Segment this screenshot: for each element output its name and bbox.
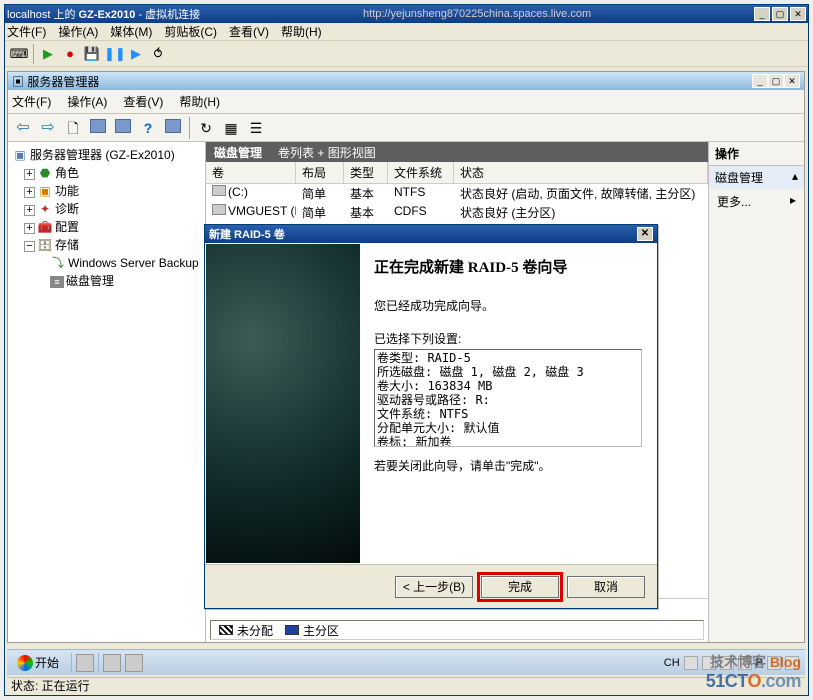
vm-menu-media[interactable]: 媒体(M) xyxy=(110,23,152,40)
taskbar[interactable]: 开始 CH P xyxy=(7,649,805,675)
vm-maximize-button[interactable]: ▢ xyxy=(772,7,788,21)
watermark-blog: 技术博客 Blog xyxy=(710,652,801,672)
vm-url-hint: http://yejunsheng870225china.spaces.live… xyxy=(200,8,754,20)
actions-more[interactable]: 更多...▸ xyxy=(709,189,804,214)
inner-titlebar[interactable]: ▣ 服务器管理器 _ ▢ ✕ xyxy=(8,72,804,90)
panel-title: 磁盘管理 xyxy=(214,144,262,161)
tree-roles[interactable]: +⬣角色 xyxy=(10,164,203,182)
wizard-close-hint: 若要关闭此向导，请单击"完成"。 xyxy=(374,457,642,474)
actions-header: 操作 xyxy=(709,142,804,166)
wizard-done-text: 您已经成功完成向导。 xyxy=(374,297,642,314)
reset-icon[interactable]: ▶ xyxy=(126,44,146,64)
tree-diskmgmt[interactable]: ≡磁盘管理 xyxy=(10,272,203,290)
drive-icon xyxy=(212,185,226,196)
volume-header-row: 卷 布局 类型 文件系统 状态 xyxy=(206,162,708,184)
wizard-title: 新建 RAID-5 卷 xyxy=(209,226,285,242)
watermark-site: 51CTO.com xyxy=(706,671,801,692)
revert-icon[interactable]: ⥀ xyxy=(148,44,168,64)
vm-menubar: 文件(F) 操作(A) 媒体(M) 剪贴板(C) 查看(V) 帮助(H) xyxy=(5,23,808,41)
wizard-heading: 正在完成新建 RAID-5 卷向导 xyxy=(374,256,642,277)
inner-menu-view[interactable]: 查看(V) xyxy=(123,93,163,110)
inner-menubar: 文件(F) 操作(A) 查看(V) 帮助(H) xyxy=(8,90,804,114)
wizard-close-button[interactable]: ✕ xyxy=(637,227,653,241)
legend-primary-swatch xyxy=(285,625,299,635)
list-icon[interactable]: ☰ xyxy=(245,117,267,139)
cd-icon xyxy=(212,204,226,215)
raid5-wizard-dialog[interactable]: 新建 RAID-5 卷 ✕ 正在完成新建 RAID-5 卷向导 您已经成功完成向… xyxy=(204,224,658,609)
volume-row[interactable]: VMGUEST (D:) 简单 基本 CDFS 状态良好 (主分区) xyxy=(206,203,708,222)
grid3-icon[interactable] xyxy=(162,117,184,139)
back-icon[interactable]: ⇦ xyxy=(12,117,34,139)
col-layout[interactable]: 布局 xyxy=(296,162,344,183)
tree-features[interactable]: +▣功能 xyxy=(10,182,203,200)
tree-configuration[interactable]: +🧰配置 xyxy=(10,218,203,236)
wizard-selected-label: 已选择下列设置: xyxy=(374,330,642,347)
start-button[interactable]: 开始 xyxy=(9,654,67,671)
vm-minimize-button[interactable]: _ xyxy=(754,7,770,21)
tree-wsb[interactable]: ⤵Windows Server Backup xyxy=(10,254,203,272)
tree-root[interactable]: ▣服务器管理器 (GZ-Ex2010) xyxy=(10,146,203,164)
server-manager-title: ▣ 服务器管理器 xyxy=(12,73,99,90)
actions-pane: 操作 磁盘管理 ▴ 更多...▸ xyxy=(708,142,804,642)
windows-orb-icon xyxy=(17,655,33,671)
vm-menu-action[interactable]: 操作(A) xyxy=(58,23,98,40)
vm-title-prefix: localhost 上的 xyxy=(7,9,79,21)
col-type[interactable]: 类型 xyxy=(344,162,388,183)
quicklaunch-server-manager-icon[interactable] xyxy=(76,654,94,672)
inner-menu-help[interactable]: 帮助(H) xyxy=(179,93,220,110)
detail-icon[interactable]: 🗋 xyxy=(62,117,84,139)
wizard-sidebar-image xyxy=(206,244,360,563)
tree-storage[interactable]: −🗄存储 xyxy=(10,236,203,254)
taskbar-item-server-manager[interactable] xyxy=(125,654,143,672)
volume-row[interactable]: (C:) 简单 基本 NTFS 状态良好 (启动, 页面文件, 故障转储, 主分… xyxy=(206,184,708,203)
settings-icon[interactable]: ▦ xyxy=(220,117,242,139)
vm-menu-help[interactable]: 帮助(H) xyxy=(281,23,322,40)
inner-minimize-button[interactable]: _ xyxy=(752,74,768,88)
start-label: 开始 xyxy=(35,654,59,671)
actions-subheader[interactable]: 磁盘管理 ▴ xyxy=(709,166,804,189)
vm-close-button[interactable]: ✕ xyxy=(790,7,806,21)
vm-status-bar: 状态: 正在运行 xyxy=(7,677,805,693)
vm-title-host: GZ-Ex2010 xyxy=(79,9,136,21)
legend-unalloc-swatch xyxy=(219,625,233,635)
vm-menu-clip[interactable]: 剪贴板(C) xyxy=(164,23,217,40)
cancel-button[interactable]: 取消 xyxy=(567,576,645,598)
col-status[interactable]: 状态 xyxy=(454,162,708,183)
forward-icon[interactable]: ⇨ xyxy=(37,117,59,139)
back-button[interactable]: < 上一步(B) xyxy=(395,576,473,598)
taskbar-item-explorer[interactable] xyxy=(103,654,121,672)
refresh-icon[interactable]: ↻ xyxy=(195,117,217,139)
ime-mode-icon[interactable] xyxy=(684,656,698,670)
inner-menu-file[interactable]: 文件(F) xyxy=(12,93,51,110)
wizard-settings-box[interactable]: 卷类型: RAID-5 所选磁盘: 磁盘 1, 磁盘 2, 磁盘 3 卷大小: … xyxy=(374,349,642,447)
save-icon[interactable]: 💾 xyxy=(82,44,102,64)
wizard-titlebar[interactable]: 新建 RAID-5 卷 ✕ xyxy=(205,225,657,243)
help-icon[interactable]: ? xyxy=(137,117,159,139)
vm-menu-view[interactable]: 查看(V) xyxy=(229,23,269,40)
ctrl-alt-del-icon[interactable]: ⌨ xyxy=(9,44,29,64)
panel-subtitle: 卷列表 + 图形视图 xyxy=(278,144,376,161)
vm-menu-file[interactable]: 文件(F) xyxy=(7,23,46,40)
inner-close-button[interactable]: ✕ xyxy=(784,74,800,88)
vm-titlebar[interactable]: localhost 上的 GZ-Ex2010 - 虚拟机连接 http://ye… xyxy=(5,5,808,23)
ime-lang[interactable]: CH xyxy=(664,657,680,669)
col-volume[interactable]: 卷 xyxy=(206,162,296,183)
vm-toolbar: ⌨ ▶ ● 💾 ❚❚ ▶ ⥀ xyxy=(5,41,808,67)
shutdown-icon[interactable]: ● xyxy=(60,44,80,64)
nav-tree[interactable]: ▣服务器管理器 (GZ-Ex2010) +⬣角色 +▣功能 +✦诊断 +🧰配置 … xyxy=(8,142,206,642)
inner-maximize-button[interactable]: ▢ xyxy=(768,74,784,88)
grid1-icon[interactable] xyxy=(87,117,109,139)
start-icon[interactable]: ▶ xyxy=(38,44,58,64)
finish-button[interactable]: 完成 xyxy=(481,576,559,598)
grid2-icon[interactable] xyxy=(112,117,134,139)
tree-diagnostics[interactable]: +✦诊断 xyxy=(10,200,203,218)
vm-title-suffix: - 虚拟机连接 xyxy=(135,9,200,21)
disk-legend: 未分配 主分区 xyxy=(210,620,704,640)
inner-toolbar: ⇦ ⇨ 🗋 ? ↻ ▦ ☰ xyxy=(8,114,804,142)
inner-menu-action[interactable]: 操作(A) xyxy=(67,93,107,110)
pause-icon[interactable]: ❚❚ xyxy=(104,44,124,64)
col-filesystem[interactable]: 文件系统 xyxy=(388,162,454,183)
